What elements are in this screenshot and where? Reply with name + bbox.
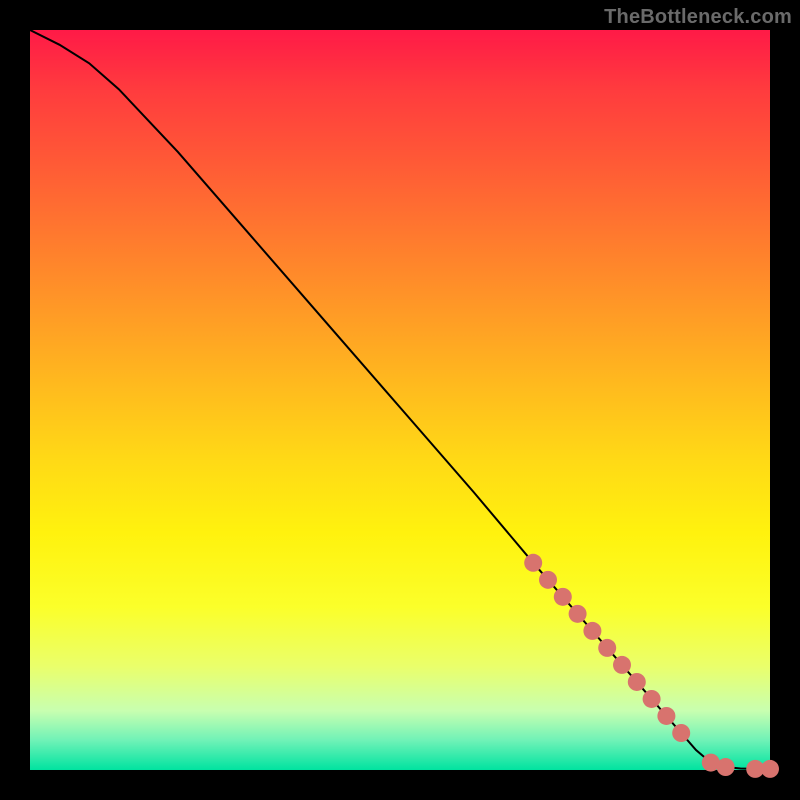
highlight-dot: [539, 571, 557, 589]
plot-area: [30, 30, 770, 770]
watermark-text: TheBottleneck.com: [604, 6, 792, 29]
highlight-dots: [524, 554, 779, 778]
highlight-dot: [598, 639, 616, 657]
highlight-dot: [672, 724, 690, 742]
highlight-dot: [643, 690, 661, 708]
highlight-dot: [717, 758, 735, 776]
highlight-dot: [761, 760, 779, 778]
highlight-dot: [613, 656, 631, 674]
highlight-dot: [628, 673, 646, 691]
highlight-dot: [657, 707, 675, 725]
highlight-dot: [524, 554, 542, 572]
curve-line: [30, 30, 770, 769]
highlight-dot: [554, 588, 572, 606]
chart-svg: [30, 30, 770, 770]
chart-frame: TheBottleneck.com: [0, 0, 800, 800]
highlight-dot: [583, 622, 601, 640]
highlight-dot: [569, 605, 587, 623]
